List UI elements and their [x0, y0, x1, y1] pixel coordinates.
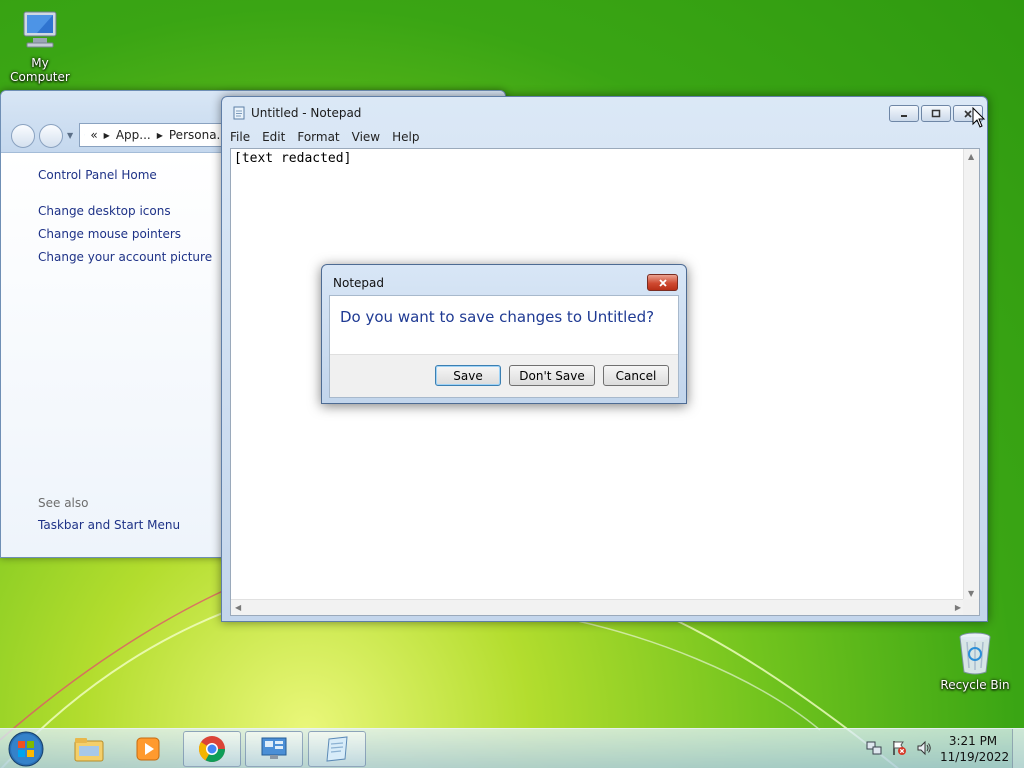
- taskbar-clock[interactable]: 3:21 PM 11/19/2022: [940, 733, 1010, 765]
- taskbar-media-player[interactable]: [119, 731, 177, 767]
- taskbar: 3:21 PM 11/19/2022: [0, 728, 1024, 768]
- clock-date: 11/19/2022: [940, 750, 1010, 764]
- desktop-icon-label: My Computer: [10, 56, 70, 84]
- start-button[interactable]: [6, 730, 46, 768]
- window-title: Untitled - Notepad: [251, 106, 362, 120]
- dialog-message: Do you want to save changes to Untitled?: [340, 308, 655, 326]
- volume-icon[interactable]: [916, 740, 932, 756]
- back-button[interactable]: [11, 124, 35, 148]
- taskbar-chrome[interactable]: [183, 731, 241, 767]
- breadcrumb-item[interactable]: App...: [116, 128, 151, 142]
- forward-button[interactable]: [39, 124, 63, 148]
- action-center-flag-icon[interactable]: [891, 740, 907, 756]
- sidebar-link-taskbar-start-menu[interactable]: Taskbar and Start Menu: [38, 518, 180, 532]
- system-tray: [866, 740, 932, 756]
- maximize-button[interactable]: [921, 105, 951, 122]
- save-button[interactable]: Save: [435, 365, 501, 386]
- scroll-left-icon[interactable]: ◀: [235, 603, 241, 612]
- breadcrumb-separator-icon[interactable]: ▶: [157, 131, 163, 140]
- control-panel-sidebar: Control Panel Home Change desktop icons …: [1, 153, 221, 557]
- windows-explorer-icon: [74, 738, 104, 762]
- show-desktop-button[interactable]: [1012, 729, 1024, 768]
- minimize-button[interactable]: [889, 105, 919, 122]
- address-bar[interactable]: « ▶ App... ▶ Persona...: [79, 123, 229, 147]
- save-changes-dialog[interactable]: Notepad Do you want to save changes to U…: [321, 264, 687, 404]
- desktop-icon-label: Recycle Bin: [940, 678, 1010, 692]
- windows-logo-icon: [8, 731, 44, 767]
- clock-time: 3:21 PM: [948, 734, 998, 748]
- cancel-button[interactable]: Cancel: [603, 365, 669, 386]
- taskbar-windows-explorer[interactable]: [60, 731, 118, 767]
- taskbar-control-panel[interactable]: [245, 731, 303, 767]
- recent-pages-dropdown-icon[interactable]: ▼: [67, 131, 73, 140]
- menu-format[interactable]: Format: [297, 130, 339, 144]
- breadcrumb-overflow[interactable]: «: [90, 128, 97, 142]
- horizontal-scrollbar[interactable]: ◀ ▶: [231, 599, 965, 615]
- sidebar-link-change-desktop-icons[interactable]: Change desktop icons: [38, 204, 171, 218]
- menu-edit[interactable]: Edit: [262, 130, 285, 144]
- dialog-title: Notepad: [333, 276, 384, 290]
- control-panel-icon: [261, 737, 287, 759]
- close-icon: [658, 278, 667, 287]
- dont-save-button[interactable]: Don't Save: [509, 365, 595, 386]
- minimize-icon: [901, 114, 907, 117]
- notepad-icon: [233, 106, 245, 120]
- breadcrumb-item[interactable]: Persona...: [169, 128, 228, 142]
- recycle-bin-icon: [959, 632, 991, 675]
- taskbar-notepad[interactable]: [308, 731, 366, 767]
- sidebar-link-change-mouse-pointers[interactable]: Change mouse pointers: [38, 227, 181, 241]
- window-controls: [889, 105, 983, 122]
- chrome-icon: [198, 736, 226, 763]
- computer-icon: [23, 11, 57, 48]
- breadcrumb-separator-icon[interactable]: ▶: [104, 131, 110, 140]
- menu-view[interactable]: View: [352, 130, 380, 144]
- desktop-icon-recycle-bin[interactable]: Recycle Bin: [935, 630, 1015, 692]
- media-player-icon: [136, 737, 160, 761]
- notepad-titlebar[interactable]: Untitled - Notepad: [232, 106, 361, 120]
- notepad-icon: [326, 736, 348, 762]
- sidebar-link-control-panel-home[interactable]: Control Panel Home: [38, 168, 157, 182]
- menu-file[interactable]: File: [230, 130, 250, 144]
- dialog-close-button[interactable]: [647, 274, 678, 291]
- maximize-icon: [931, 109, 941, 117]
- menu-bar: File Edit Format View Help: [230, 127, 419, 147]
- dialog-body: Do you want to save changes to Untitled?…: [329, 295, 679, 398]
- sidebar-link-change-account-picture[interactable]: Change your account picture: [38, 250, 212, 264]
- scroll-corner: [963, 599, 979, 615]
- network-icon[interactable]: [866, 740, 882, 756]
- desktop-icon-my-computer[interactable]: My Computer: [0, 8, 80, 84]
- vertical-scrollbar[interactable]: ▲ ▼: [963, 149, 979, 601]
- scroll-right-icon[interactable]: ▶: [955, 603, 961, 612]
- scroll-down-icon[interactable]: ▼: [968, 589, 974, 598]
- menu-help[interactable]: Help: [392, 130, 419, 144]
- editor-content[interactable]: [text redacted]: [234, 151, 351, 166]
- dialog-button-bar: Save Don't Save Cancel: [330, 354, 678, 397]
- see-also-label: See also: [38, 496, 89, 510]
- scroll-up-icon[interactable]: ▲: [968, 152, 974, 161]
- mouse-cursor-icon: [972, 107, 986, 128]
